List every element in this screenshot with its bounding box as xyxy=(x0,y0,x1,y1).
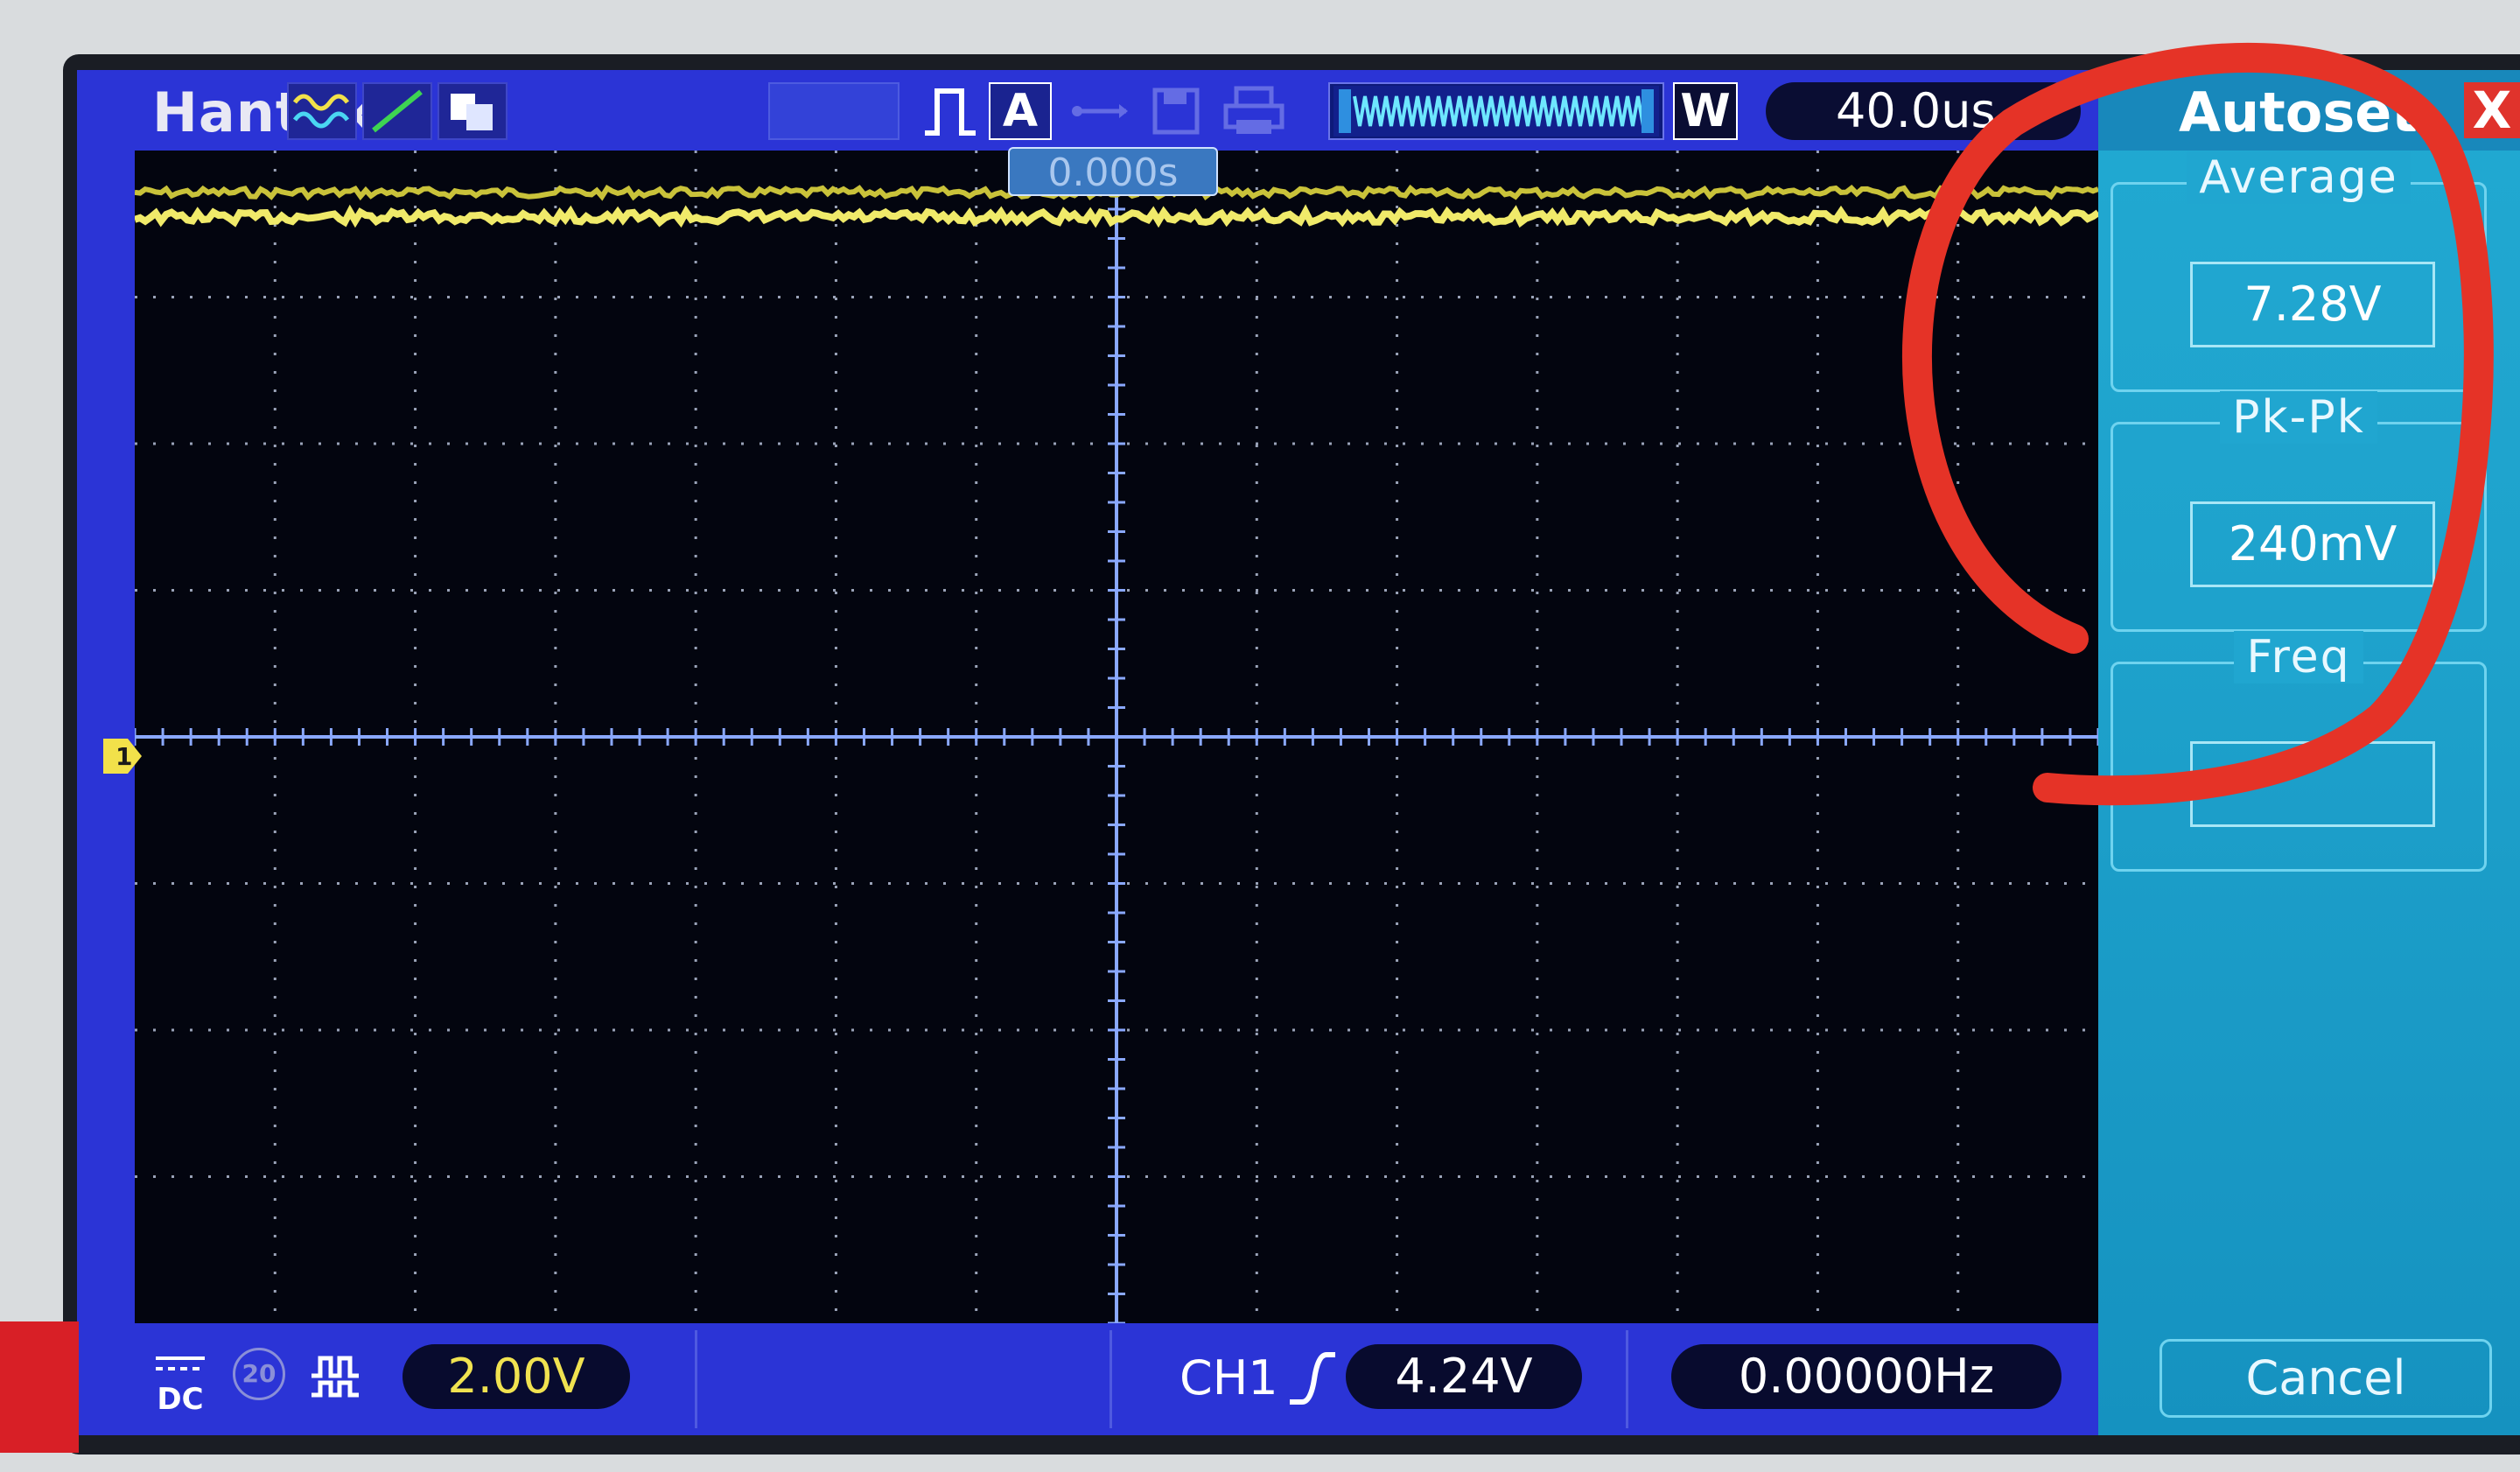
measurement-label: Pk-Pk xyxy=(2220,391,2377,444)
save-icon xyxy=(1143,82,1209,140)
waveform-graticule xyxy=(133,149,2101,1325)
probe-icon[interactable] xyxy=(308,1349,362,1404)
measurement-average[interactable]: Average 7.28V xyxy=(2110,151,2487,392)
window-icon[interactable]: W xyxy=(1673,82,1738,140)
trigger-position-readout[interactable]: 0.000s xyxy=(1008,147,1218,196)
oscilloscope-screen: Hantek A W 40.0us 0.000s 1 DC 20 2.00V C… xyxy=(77,70,2520,1435)
auto-mode-icon[interactable]: A xyxy=(989,82,1052,140)
print-icon xyxy=(1214,82,1293,140)
close-button[interactable]: X xyxy=(2464,82,2520,138)
memory-depth-icon[interactable] xyxy=(1328,82,1664,140)
dc-coupling-icon xyxy=(156,1356,205,1370)
coupling-indicator[interactable]: DC xyxy=(150,1349,210,1416)
channel1-ground-marker[interactable]: 1 xyxy=(102,735,144,777)
separator xyxy=(695,1330,697,1428)
frequency-counter-readout: 0.00000Hz xyxy=(1671,1344,2062,1409)
status-slot xyxy=(768,82,900,140)
persist-icon[interactable] xyxy=(438,82,508,140)
measurement-label: Average xyxy=(2187,151,2411,204)
measurement-label: Freq xyxy=(2234,631,2363,683)
bandwidth-limit-icon[interactable]: 20 xyxy=(233,1348,285,1400)
autoset-panel: Autoset X Average 7.28V Pk-Pk 240mV Freq… xyxy=(2098,70,2520,1435)
trigger-source[interactable]: CH1 xyxy=(1180,1349,1278,1407)
measurement-value: 240mV xyxy=(2190,501,2435,587)
panel-title-bar: Autoset X xyxy=(2098,70,2520,151)
trigger-pulse-icon[interactable] xyxy=(917,82,984,140)
measurement-pk-pk[interactable]: Pk-Pk 240mV xyxy=(2110,391,2487,632)
measurement-value xyxy=(2190,741,2435,827)
graticule-svg xyxy=(133,149,2101,1325)
timebase-readout[interactable]: 40.0us xyxy=(1766,82,2081,140)
red-tape xyxy=(0,1321,79,1453)
measurement-freq[interactable]: Freq xyxy=(2110,631,2487,872)
waveform-display-icon[interactable] xyxy=(287,82,357,140)
bottom-status-bar: DC 20 2.00V CH1 4.24V 0.00000Hz xyxy=(77,1323,2098,1435)
rising-edge-icon xyxy=(1290,1352,1335,1405)
channel1-marker-label: 1 xyxy=(116,742,132,771)
panel-title: Autoset xyxy=(2179,81,2418,144)
volts-per-div-readout[interactable]: 2.00V xyxy=(402,1344,630,1409)
cancel-button[interactable]: Cancel xyxy=(2160,1339,2492,1418)
separator xyxy=(1110,1330,1112,1428)
separator xyxy=(1626,1330,1628,1428)
trigger-level-readout[interactable]: 4.24V xyxy=(1346,1344,1582,1409)
measurement-value: 7.28V xyxy=(2190,262,2435,347)
usb-icon xyxy=(1066,82,1136,140)
top-status-bar: Hantek A W 40.0us xyxy=(77,70,2098,151)
coupling-label: DC xyxy=(157,1382,204,1417)
line-mode-icon[interactable] xyxy=(362,82,432,140)
